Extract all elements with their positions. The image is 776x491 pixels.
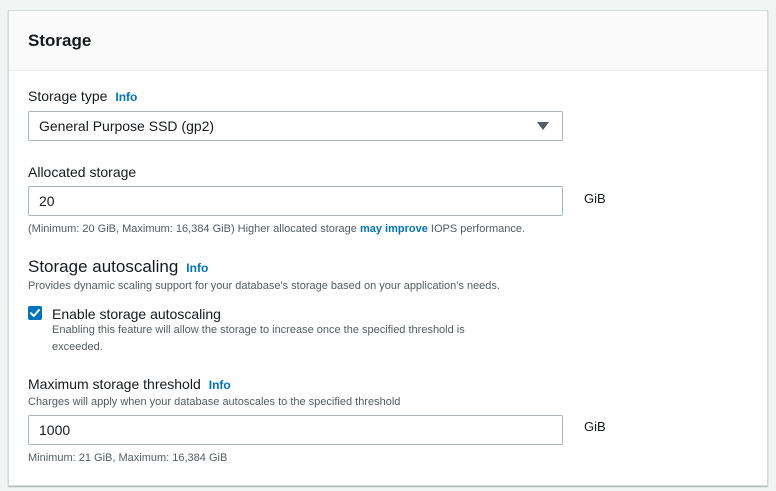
storage-type-label: Storage type Info (28, 88, 137, 104)
checkmark-icon (30, 309, 40, 317)
panel-header: Storage (9, 11, 767, 71)
enable-autoscaling-checkbox[interactable] (28, 306, 42, 320)
storage-type-select[interactable]: General Purpose SSD (gp2) (28, 111, 563, 141)
max-threshold-value: 1000 (39, 422, 71, 438)
max-threshold-input[interactable]: 1000 (28, 415, 563, 445)
allocated-storage-input[interactable]: 20 (28, 186, 563, 216)
max-threshold-description: Charges will apply when your database au… (28, 396, 401, 408)
checkbox-desc-line1: Enabling this feature will allow the sto… (52, 324, 465, 336)
panel-title: Storage (28, 31, 92, 50)
max-threshold-info-link[interactable]: Info (209, 378, 231, 392)
max-threshold-label-text: Maximum storage threshold (28, 376, 201, 392)
caret-down-icon (537, 122, 549, 130)
autoscaling-info-link[interactable]: Info (186, 261, 208, 275)
storage-type-value: General Purpose SSD (gp2) (39, 118, 215, 134)
allocated-storage-hint: (Minimum: 20 GiB, Maximum: 16,384 GiB) H… (28, 223, 525, 235)
autoscaling-title-text: Storage autoscaling (28, 257, 179, 276)
allocated-storage-value: 20 (39, 193, 55, 209)
storage-type-label-text: Storage type (28, 88, 108, 104)
storage-type-info-link[interactable]: Info (115, 90, 137, 104)
may-improve-link[interactable]: may improve (360, 223, 428, 235)
allocated-storage-unit: GiB (584, 191, 606, 206)
enable-autoscaling-label[interactable]: Enable storage autoscaling (52, 306, 221, 322)
checkbox-desc-line2: exceeded. (52, 341, 103, 353)
allocated-storage-hint-prefix: (Minimum: 20 GiB, Maximum: 16,384 GiB) H… (28, 223, 360, 235)
autoscaling-title: Storage autoscaling Info (28, 257, 208, 277)
storage-panel: Storage Storage type Info General Purpose… (8, 10, 768, 486)
allocated-storage-label: Allocated storage (28, 164, 137, 180)
max-threshold-label: Maximum storage threshold Info (28, 376, 231, 392)
autoscaling-description: Provides dynamic scaling support for you… (28, 280, 500, 292)
max-threshold-unit: GiB (584, 419, 606, 434)
max-threshold-hint: Minimum: 21 GiB, Maximum: 16,384 GiB (28, 452, 228, 464)
allocated-storage-hint-suffix: IOPS performance. (427, 223, 526, 235)
